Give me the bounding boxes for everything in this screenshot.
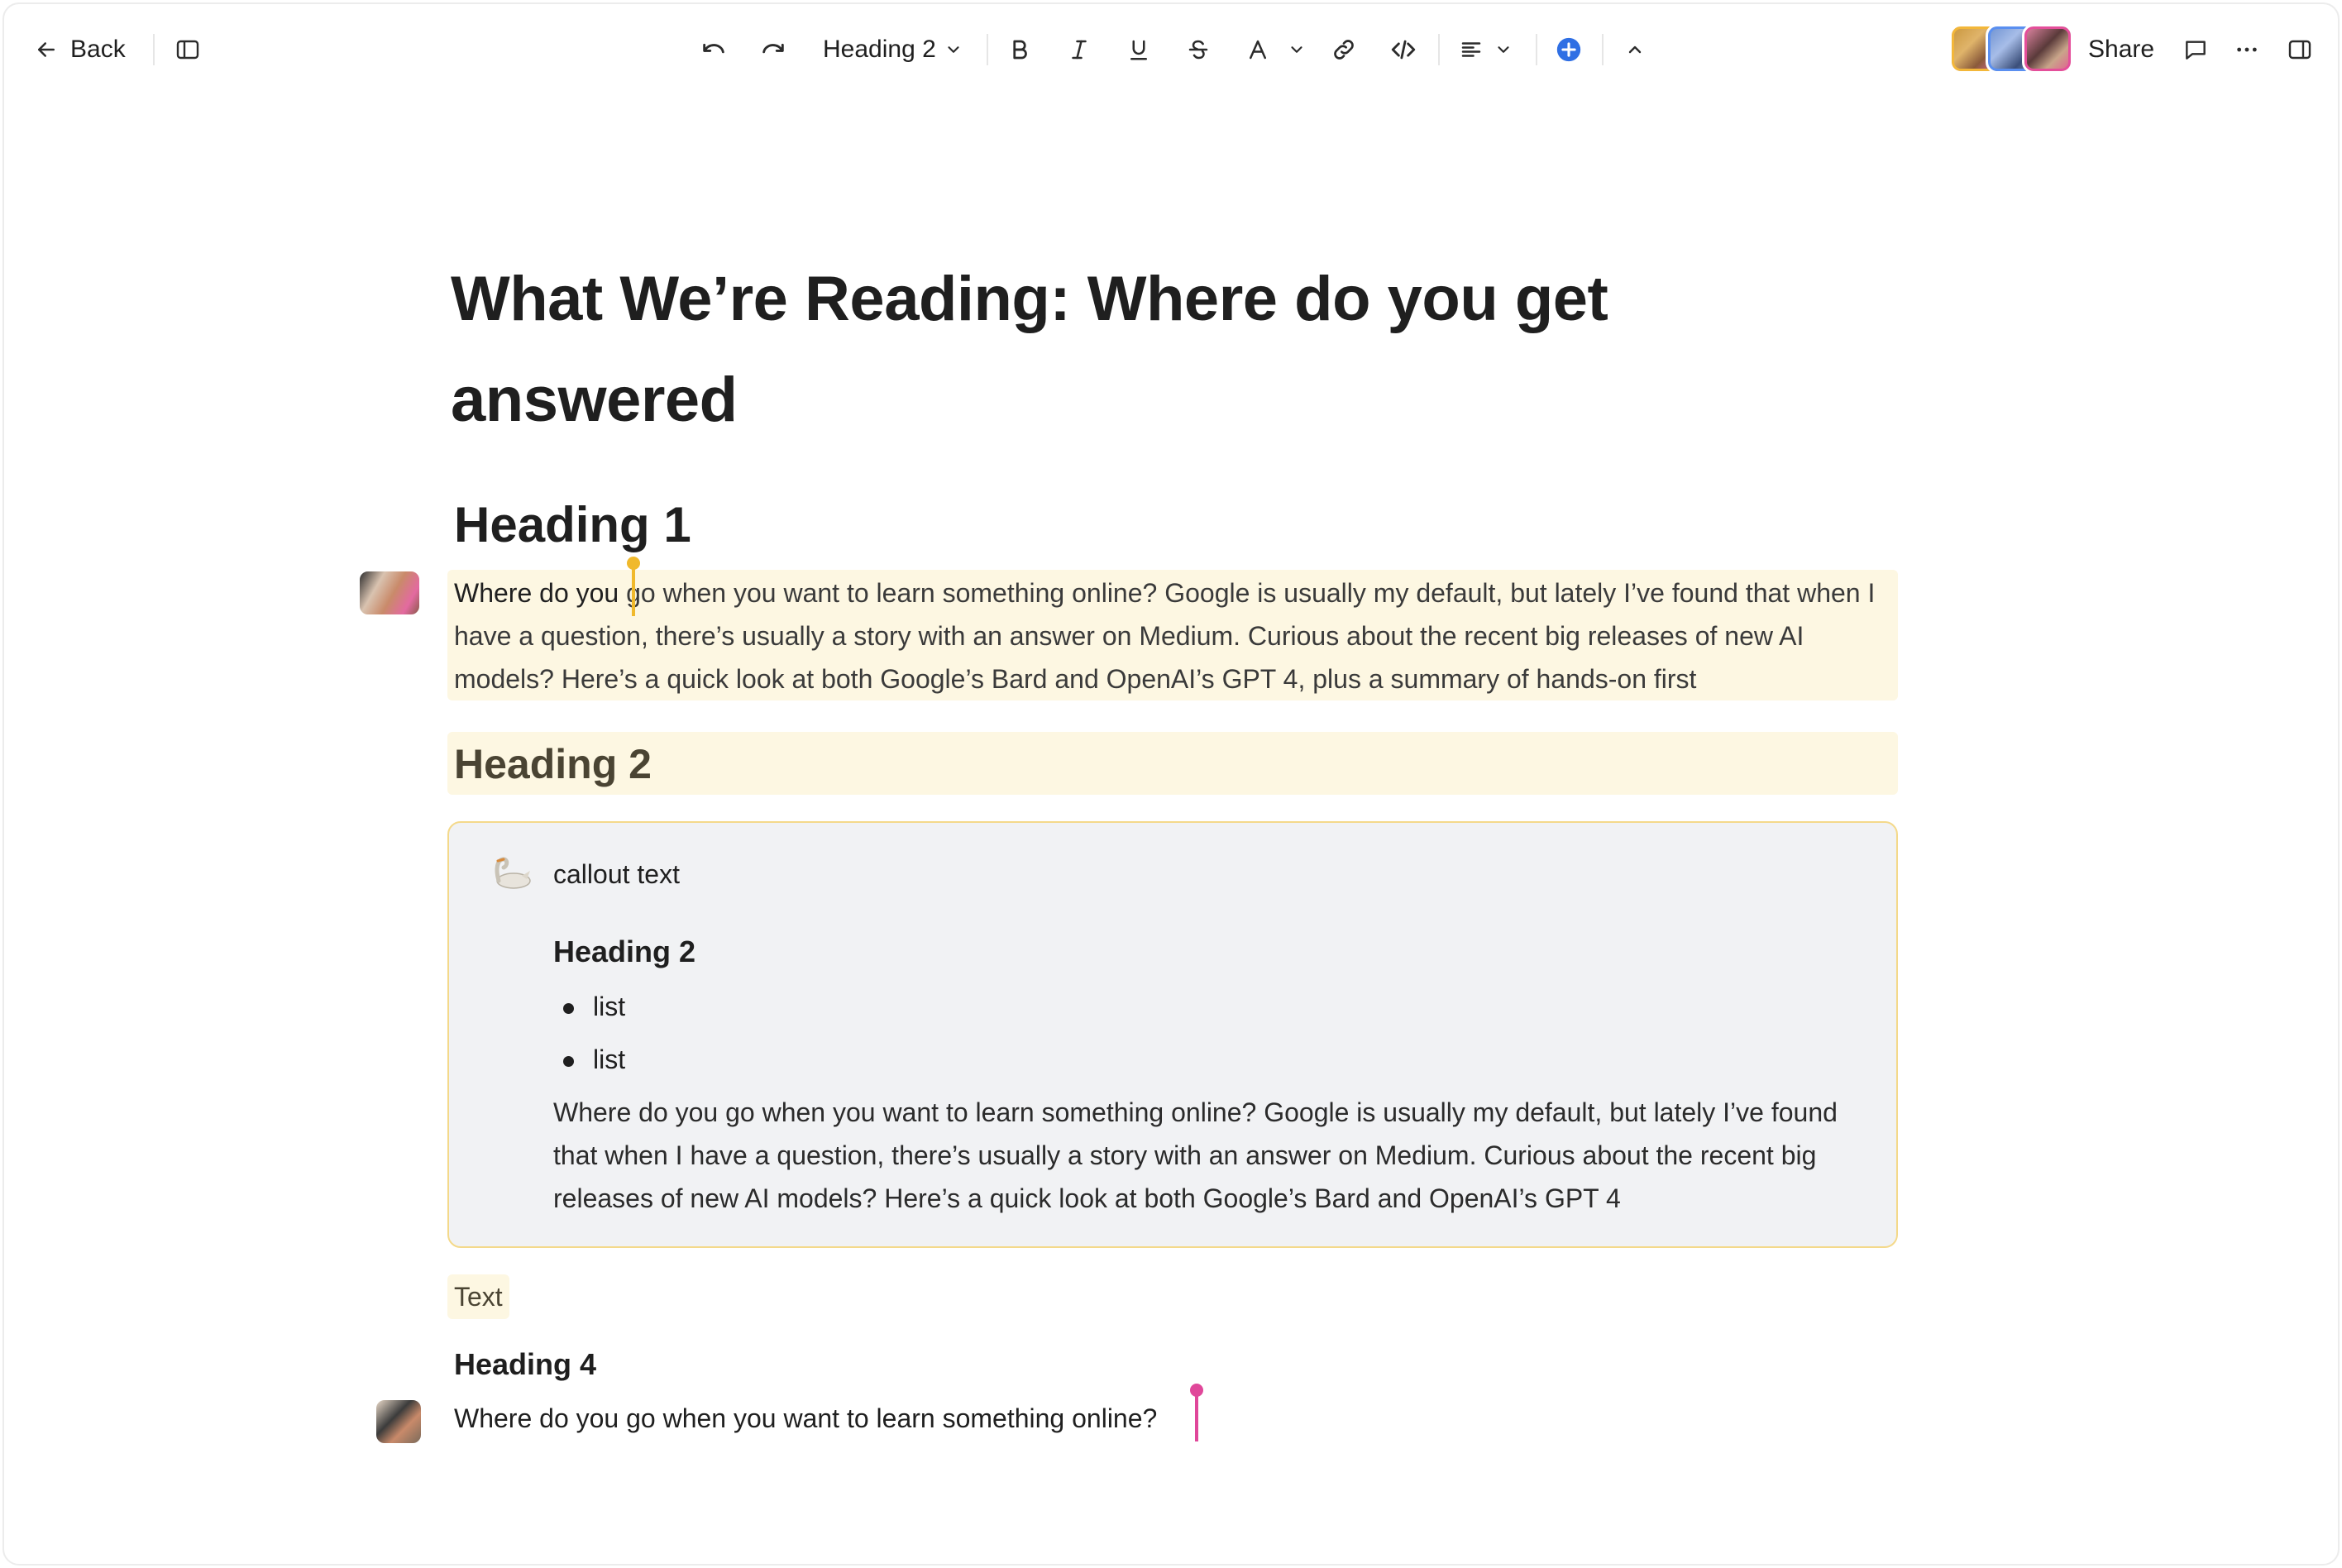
list-item[interactable]: list [553, 1033, 625, 1086]
heading-1[interactable]: Heading 1 [454, 492, 691, 558]
collaborator-cursor [1190, 1384, 1203, 1441]
chevron-up-icon [1625, 40, 1645, 60]
chevron-down-icon [1494, 41, 1513, 59]
toolbar-divider [987, 34, 988, 65]
undo-button[interactable] [695, 27, 732, 72]
undo-icon [700, 36, 728, 64]
text-color-dropdown[interactable] [1284, 27, 1309, 72]
comment-icon [2182, 36, 2209, 63]
sidebar-toggle-button[interactable] [170, 27, 206, 72]
align-button[interactable] [1453, 27, 1489, 72]
callout-paragraph[interactable]: Where do you go when you want to learn s… [553, 1091, 1876, 1220]
back-label: Back [70, 36, 126, 63]
right-panel-button[interactable] [2282, 27, 2318, 72]
share-button[interactable]: Share [2088, 27, 2154, 72]
document-title[interactable]: What We’re Reading: Where do you get ans… [451, 249, 1774, 451]
heading-2[interactable]: Heading 2 [454, 735, 652, 793]
arrow-left-icon [34, 37, 59, 62]
insert-button[interactable] [1551, 27, 1587, 72]
heading-style-value: Heading 2 [823, 36, 936, 63]
toolbar: Back Heading 2 Share [4, 4, 2338, 95]
align-dropdown[interactable] [1491, 27, 1516, 72]
back-button[interactable]: Back [34, 27, 126, 72]
link-button[interactable] [1326, 27, 1362, 72]
align-left-icon [1459, 37, 1484, 62]
comment-button[interactable] [2177, 27, 2214, 72]
callout-text[interactable]: callout text [553, 854, 680, 894]
strikethrough-icon [1186, 37, 1211, 62]
callout-list: list list [553, 980, 625, 1086]
callout-heading[interactable]: Heading 2 [553, 930, 695, 973]
code-icon [1389, 36, 1417, 64]
heading-style-select[interactable]: Heading 2 [823, 27, 963, 72]
toolbar-divider [153, 34, 155, 65]
callout-block[interactable]: callout text Heading 2 list list Where d… [447, 821, 1898, 1248]
heading-2-highlight [447, 732, 1898, 795]
list-item[interactable]: list [553, 980, 625, 1033]
collapse-toolbar-button[interactable] [1617, 27, 1653, 72]
italic-icon [1067, 37, 1092, 62]
chevron-down-icon [944, 41, 963, 59]
underline-button[interactable] [1121, 27, 1157, 72]
heading-4[interactable]: Heading 4 [454, 1344, 596, 1385]
chevron-down-icon [1288, 41, 1306, 59]
more-button[interactable] [2229, 27, 2265, 72]
collaborator-avatars[interactable] [1949, 24, 2073, 75]
paragraph-2[interactable]: Where do you go when you want to learn s… [454, 1397, 1157, 1440]
redo-icon [759, 36, 787, 64]
more-horizontal-icon [2234, 36, 2260, 63]
paragraph-1-rest: go when you want to learn something onli… [454, 578, 1876, 694]
sidebar-toggle-icon [174, 36, 201, 63]
text-color-icon [1245, 37, 1270, 62]
text-color-button[interactable] [1240, 27, 1276, 72]
link-icon [1331, 36, 1357, 63]
avatar[interactable] [2022, 24, 2073, 74]
toolbar-divider [1602, 34, 1604, 65]
swan-icon[interactable] [485, 851, 533, 892]
plus-circle-icon [1555, 36, 1583, 64]
avatar[interactable] [358, 570, 421, 616]
toolbar-divider [1536, 34, 1537, 65]
bold-icon [1007, 37, 1032, 62]
text-block[interactable]: Text [447, 1274, 509, 1319]
right-panel-icon [2287, 36, 2313, 63]
avatar[interactable] [375, 1398, 423, 1445]
share-label: Share [2088, 36, 2155, 63]
editor-window: Back Heading 2 Share What We’re Reading:… [2, 2, 2340, 1566]
underline-icon [1126, 37, 1151, 62]
italic-button[interactable] [1061, 27, 1097, 72]
paragraph-1[interactable]: Where do you go when you want to learn s… [454, 571, 1893, 700]
toolbar-divider [1438, 34, 1440, 65]
bold-button[interactable] [1001, 27, 1038, 72]
paragraph-1-lead: Where do you [454, 578, 627, 608]
collaborator-cursor [627, 557, 640, 616]
strikethrough-button[interactable] [1180, 27, 1216, 72]
redo-button[interactable] [755, 27, 791, 72]
code-button[interactable] [1385, 27, 1422, 72]
